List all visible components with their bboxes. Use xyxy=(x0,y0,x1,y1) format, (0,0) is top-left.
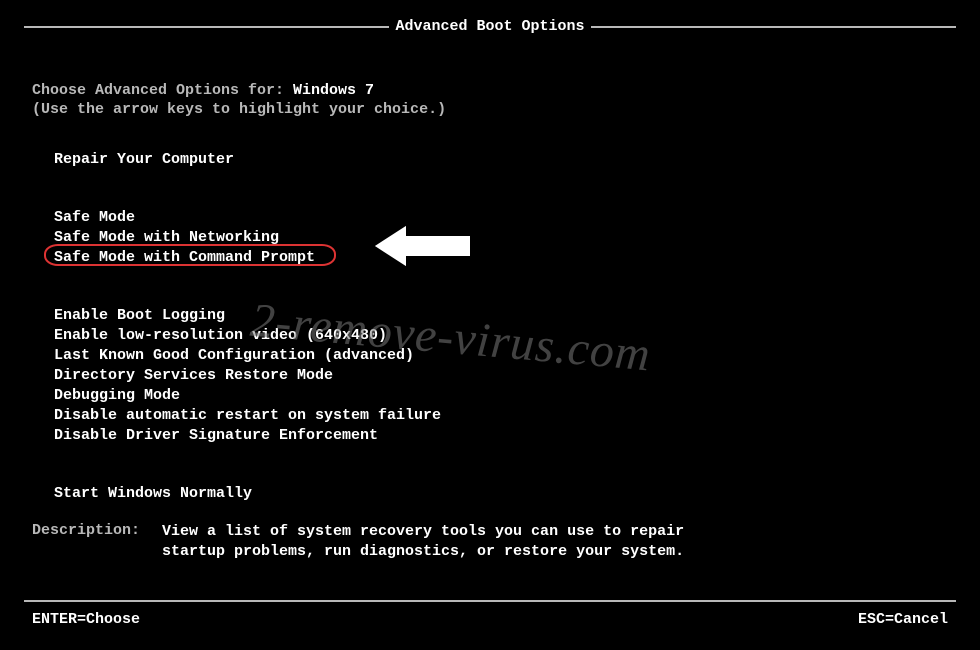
menu-item-disable-auto-restart[interactable]: Disable automatic restart on system fail… xyxy=(54,406,441,426)
footer-esc-hint: ESC=Cancel xyxy=(858,611,948,628)
menu-item-safe-mode-command-prompt[interactable]: Safe Mode with Command Prompt xyxy=(54,248,441,268)
screen-title-text: Advanced Boot Options xyxy=(389,18,590,35)
description-label: Description: xyxy=(32,522,162,562)
menu-item-safe-mode[interactable]: Safe Mode xyxy=(54,208,441,228)
menu-item-ds-restore-mode[interactable]: Directory Services Restore Mode xyxy=(54,366,441,386)
menu-item-low-res-video[interactable]: Enable low-resolution video (640x480) xyxy=(54,326,441,346)
menu-item-disable-driver-sig[interactable]: Disable Driver Signature Enforcement xyxy=(54,426,441,446)
intro-os-name: Windows 7 xyxy=(293,82,374,99)
bottom-rule xyxy=(24,600,956,602)
description-text: View a list of system recovery tools you… xyxy=(162,522,722,562)
menu-item-last-known-good[interactable]: Last Known Good Configuration (advanced) xyxy=(54,346,441,366)
intro-block: Choose Advanced Options for: Windows 7 (… xyxy=(32,82,446,118)
group-gap xyxy=(54,170,441,208)
boot-options-menu: Repair Your Computer Safe Mode Safe Mode… xyxy=(54,150,441,504)
menu-item-debugging-mode[interactable]: Debugging Mode xyxy=(54,386,441,406)
screen-title: Advanced Boot Options xyxy=(0,18,980,35)
menu-item-safe-mode-networking[interactable]: Safe Mode with Networking xyxy=(54,228,441,248)
group-gap xyxy=(54,446,441,484)
menu-item-enable-boot-logging[interactable]: Enable Boot Logging xyxy=(54,306,441,326)
intro-hint: (Use the arrow keys to highlight your ch… xyxy=(32,101,446,118)
group-gap xyxy=(54,268,441,306)
intro-prefix: Choose Advanced Options for: xyxy=(32,82,293,99)
description-block: Description: View a list of system recov… xyxy=(32,522,722,562)
menu-item-start-normally[interactable]: Start Windows Normally xyxy=(54,484,441,504)
footer-bar: ENTER=Choose ESC=Cancel xyxy=(32,611,948,628)
intro-line-1: Choose Advanced Options for: Windows 7 xyxy=(32,82,446,99)
footer-enter-hint: ENTER=Choose xyxy=(32,611,140,628)
menu-item-repair-your-computer[interactable]: Repair Your Computer xyxy=(54,150,441,170)
